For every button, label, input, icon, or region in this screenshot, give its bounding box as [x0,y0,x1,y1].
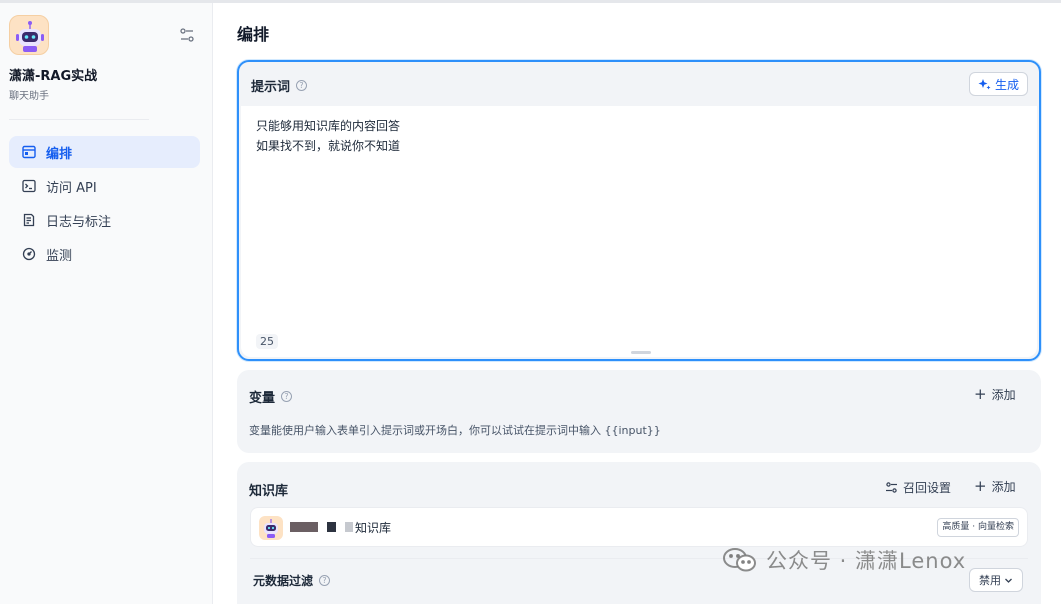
help-icon[interactable]: ? [319,575,331,586]
sidebar: 潇潇-RAG实战 聊天助手 编排 访问 API 日志与标注 监测 [0,3,213,604]
prompt-title-text: 提示词 [251,80,291,95]
knowledge-card: 知识库 召回设置 + 添加 知识库 高质量 · 向量检索 元数据过滤 ? 禁用 [237,462,1041,604]
metadata-filter-text: 元数据过滤 [253,574,314,588]
redacted-block [345,522,353,532]
prompt-card: 提示词 ? 生成 只能够用知识库的内容回答 如果找不到，就说你不知道 25 [237,60,1041,361]
redacted-block [290,522,318,532]
variables-title: 变量 ? [249,387,293,406]
knowledge-item-name: 知识库 [355,521,392,535]
metadata-filter-label: 元数据过滤 ? [253,572,331,589]
plus-icon: + [974,477,987,495]
document-icon [21,212,37,228]
add-knowledge-button[interactable]: + 添加 [974,477,1016,495]
sidebar-item-label: 访问 API [46,180,97,196]
terminal-icon [21,178,37,194]
app-type: 聊天助手 [9,91,49,102]
prompt-title: 提示词 ? [251,76,308,95]
sidebar-nav: 编排 访问 API 日志与标注 监测 [9,136,200,272]
sidebar-item-label: 日志与标注 [46,214,112,230]
app-avatar [9,15,49,55]
recall-settings-button[interactable]: 召回设置 [885,479,951,496]
settings-sliders-icon [885,481,898,494]
chevron-down-icon [1004,576,1013,585]
knowledge-item[interactable]: 知识库 高质量 · 向量检索 [250,507,1028,547]
variables-card: 变量 ? + 添加 变量能使用户输入表单引入提示词或开场白，你可以试试在提示词中… [237,370,1041,453]
app-name: 潇潇-RAG实战 [9,69,98,84]
watermark: 公众号 · 潇潇Lenox [722,545,966,575]
gauge-icon [21,246,37,262]
help-icon[interactable]: ? [296,80,308,91]
sidebar-item-api[interactable]: 访问 API [9,170,200,202]
retrieval-mode-badge: 高质量 · 向量检索 [937,518,1019,537]
robot-icon [259,516,283,540]
plus-icon: + [974,385,987,403]
prompt-textarea[interactable]: 只能够用知识库的内容回答 如果找不到，就说你不知道 [256,116,1016,316]
page-title: 编排 [237,25,270,44]
sidebar-item-logs[interactable]: 日志与标注 [9,204,200,236]
sidebar-divider [9,119,149,120]
variables-title-text: 变量 [249,391,276,406]
metadata-filter-value: 禁用 [979,574,1001,587]
add-variable-button[interactable]: + 添加 [974,385,1016,403]
sidebar-item-label: 编排 [46,146,73,162]
sidebar-item-monitoring[interactable]: 监测 [9,238,200,270]
app-settings-icon[interactable] [178,26,196,44]
metadata-filter-select[interactable]: 禁用 [969,568,1023,592]
variables-description: 变量能使用户输入表单引入提示词或开场白，你可以试试在提示词中输入 {{input… [249,424,661,437]
sidebar-item-label: 监测 [46,248,73,264]
add-knowledge-label: 添加 [991,479,1016,494]
add-variable-label: 添加 [991,387,1016,402]
layout-icon [21,144,37,160]
help-icon[interactable]: ? [281,391,293,402]
generate-button[interactable]: 生成 [968,72,1028,96]
generate-label: 生成 [994,77,1019,92]
watermark-text: 公众号 · 潇潇Lenox [766,549,967,573]
sidebar-item-orchestrate[interactable]: 编排 [9,136,200,168]
wechat-icon [722,546,758,574]
char-count: 25 [256,334,278,349]
sparkle-icon [978,78,991,91]
knowledge-title: 知识库 [249,484,289,499]
redacted-block [327,522,336,532]
recall-settings-label: 召回设置 [903,481,952,495]
prompt-editor[interactable]: 只能够用知识库的内容回答 如果找不到，就说你不知道 25 [241,106,1037,357]
resize-handle[interactable] [631,351,651,354]
